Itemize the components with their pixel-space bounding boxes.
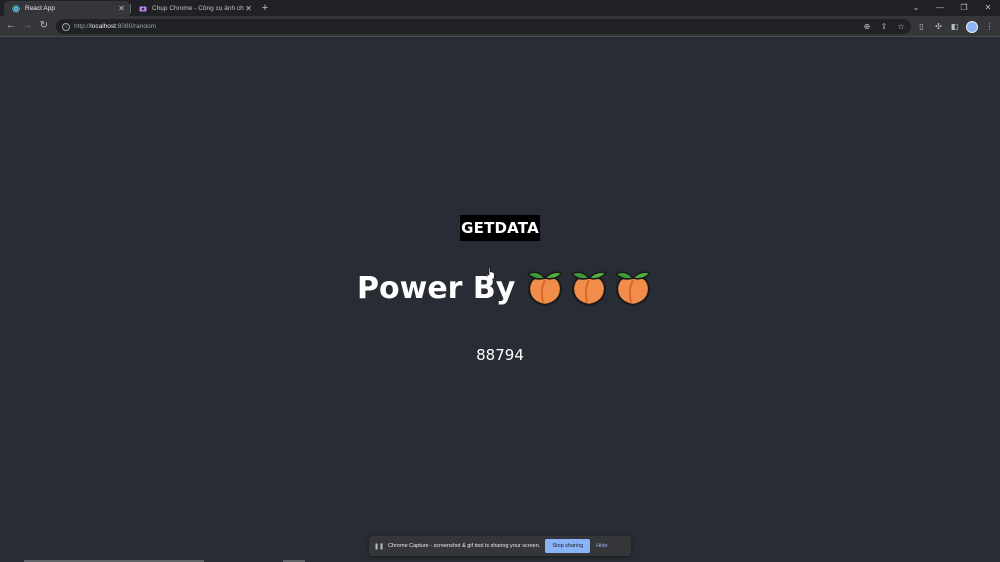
reload-icon[interactable]: ↻	[37, 19, 51, 33]
app-page: GETDATA Power By 88794	[0, 38, 1000, 562]
window-close-icon[interactable]: ✕	[976, 0, 1000, 16]
bookmark-star-icon[interactable]: ☆	[896, 22, 906, 32]
power-by-text: Power By	[357, 270, 516, 306]
back-arrow-icon[interactable]: ←	[4, 19, 18, 33]
pause-icon: ❚❚	[374, 543, 385, 550]
forward-arrow-icon[interactable]: →	[20, 19, 34, 33]
new-tab-button[interactable]: +	[259, 1, 271, 15]
more-menu-icon[interactable]: ⋮	[984, 21, 995, 32]
sharing-message: Chrome Capture - screenshot & gif tool i…	[388, 543, 541, 549]
capture-extension-icon[interactable]: ▯	[916, 21, 927, 32]
peach-emoji-icon	[571, 271, 608, 307]
get-data-button[interactable]: GETDATA	[460, 215, 540, 241]
url-text: http://localhost:8080/random	[74, 23, 157, 30]
tab-close-icon[interactable]: ✕	[117, 4, 126, 13]
random-number: 88794	[476, 346, 524, 364]
extensions-puzzle-icon[interactable]: ✣	[933, 21, 944, 32]
profile-avatar[interactable]	[966, 21, 978, 33]
tab-strip: React App ✕ Chụp Chrome - Công cụ ảnh ch…	[0, 0, 1000, 16]
hide-button[interactable]: Hide	[596, 543, 607, 549]
restore-icon[interactable]: ❐	[952, 0, 976, 16]
site-info-icon[interactable]: i	[62, 22, 70, 31]
tab-search-icon[interactable]: ⌄	[904, 0, 928, 16]
peach-emoji-icon	[527, 271, 564, 307]
tab-close-icon[interactable]: ✕	[244, 4, 253, 13]
share-icon[interactable]: ⇪	[879, 22, 889, 32]
side-panel-icon[interactable]: ◧	[949, 21, 960, 32]
address-bar[interactable]: i http://localhost:8080/random ⊕ ⇪ ☆	[56, 19, 911, 34]
screen-sharing-bar: ❚❚ Chrome Capture - screenshot & gif too…	[369, 536, 631, 556]
browser-toolbar: ← → ↻ i http://localhost:8080/random ⊕ ⇪…	[0, 16, 1000, 37]
stop-sharing-button[interactable]: Stop sharing	[545, 539, 591, 553]
capture-extension-icon	[139, 5, 147, 13]
tab-react-app[interactable]: React App ✕	[4, 1, 130, 16]
peach-emoji-icon	[615, 271, 652, 307]
tab-title: React App	[25, 5, 55, 12]
minimize-icon[interactable]: —	[928, 0, 952, 16]
tab-chrome-capture[interactable]: Chụp Chrome - Công cụ ảnh chụ ✕	[131, 1, 257, 16]
react-icon	[12, 5, 20, 13]
power-by-heading: Power By	[357, 266, 652, 310]
zoom-icon[interactable]: ⊕	[862, 22, 872, 32]
tab-title: Chụp Chrome - Công cụ ảnh chụ	[152, 5, 244, 12]
